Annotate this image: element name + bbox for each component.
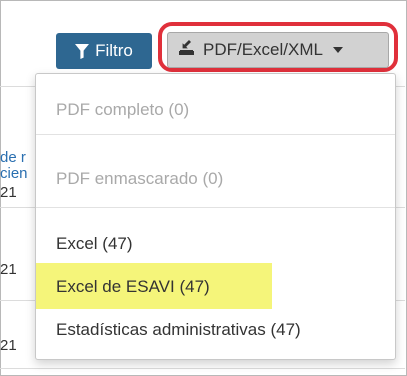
menu-item-estadisticas-administrativas[interactable]: Estadísticas administrativas (47) (56, 321, 301, 338)
table-cell-fragment: 21 (0, 184, 17, 201)
menu-divider (36, 134, 395, 135)
caret-down-icon (332, 47, 343, 53)
table-cell-fragment: cien (0, 165, 28, 182)
download-tray-icon (178, 39, 195, 61)
table-cell-fragment: 21 (0, 337, 17, 354)
table-cell-fragment: 21 (0, 261, 17, 278)
menu-item-pdf-completo[interactable]: PDF completo (0) (56, 101, 189, 118)
menu-divider (36, 207, 395, 208)
menu-item-excel[interactable]: Excel (47) (56, 235, 133, 252)
menu-item-excel-esavi[interactable]: Excel de ESAVI (47) (56, 278, 210, 295)
menu-item-pdf-enmascarado[interactable]: PDF enmascarado (0) (56, 170, 223, 187)
export-dropdown-button[interactable]: PDF/Excel/XML (167, 32, 389, 68)
export-dropdown-menu: PDF completo (0) PDF enmascarado (0) Exc… (35, 73, 396, 360)
table-row-divider (0, 368, 405, 369)
table-cell-fragment: de r (0, 149, 26, 166)
filter-button[interactable]: Filtro (56, 33, 152, 69)
filter-button-label: Filtro (95, 41, 133, 60)
export-button-label: PDF/Excel/XML (203, 40, 323, 59)
funnel-icon (75, 43, 90, 59)
